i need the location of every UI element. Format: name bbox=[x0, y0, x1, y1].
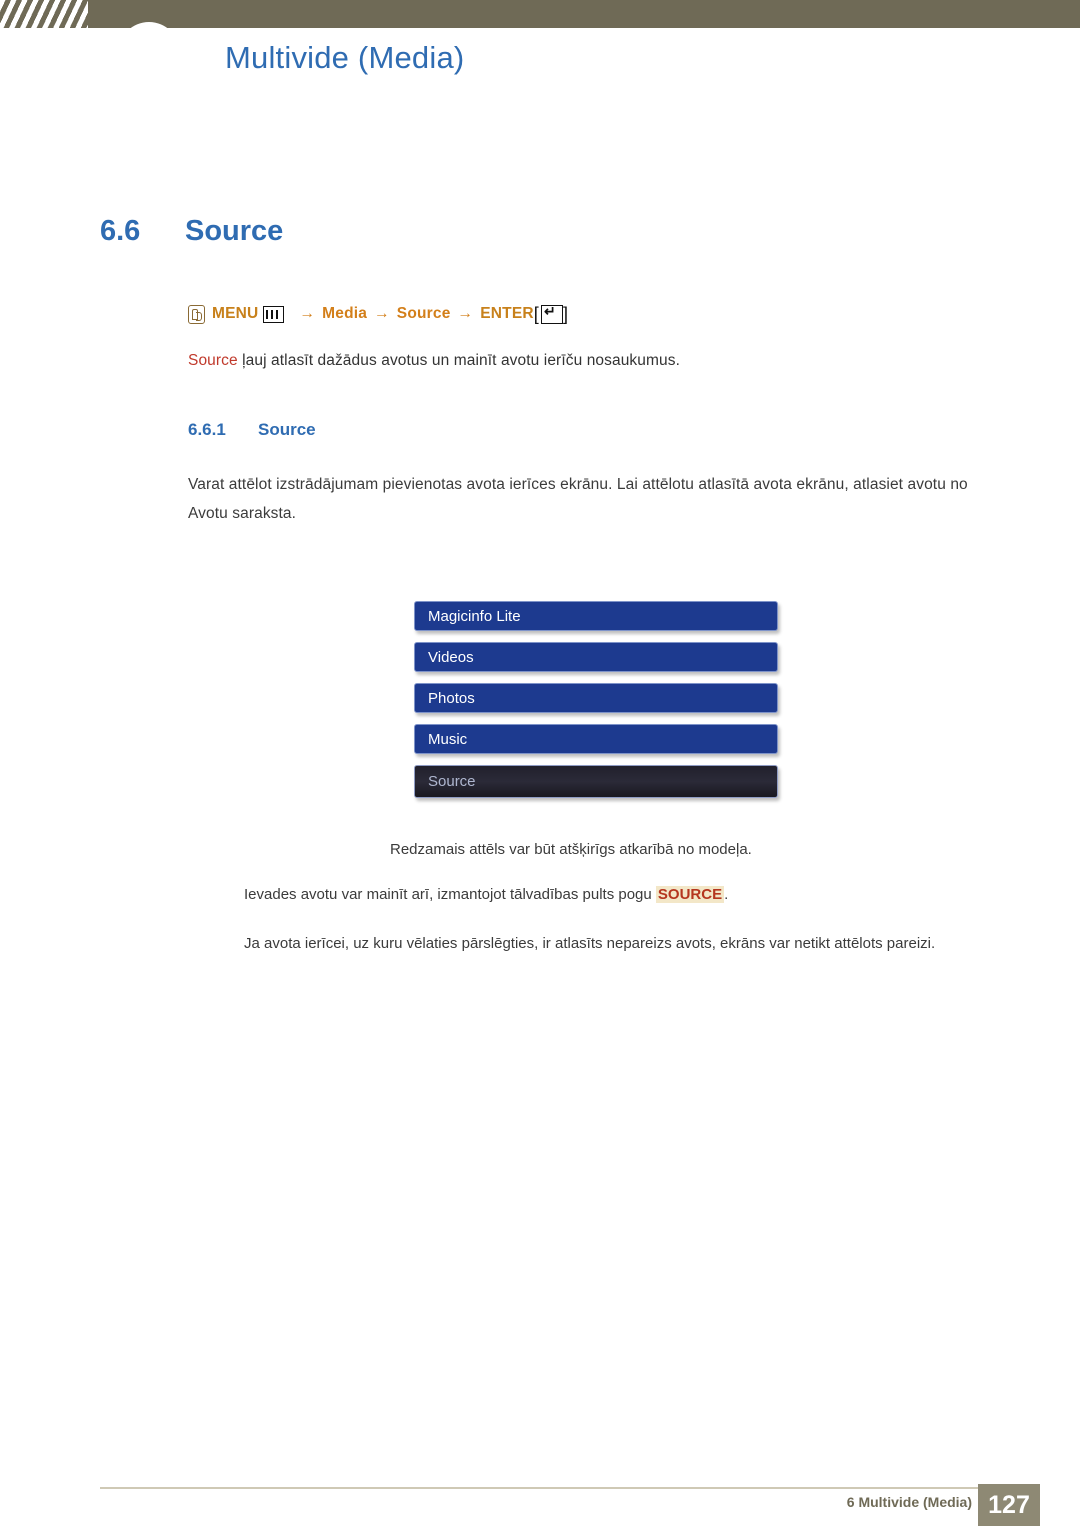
osd-item-music[interactable]: Music bbox=[414, 724, 778, 754]
chapter-number-badge: 6 bbox=[118, 22, 180, 84]
bracket-open: [ bbox=[533, 303, 539, 324]
section-title: Source bbox=[185, 215, 284, 247]
osd-item-source[interactable]: Source bbox=[414, 765, 778, 798]
description-keyword: Source bbox=[188, 352, 238, 369]
footer-page-number: 127 bbox=[978, 1484, 1040, 1526]
menu-label: MENU bbox=[212, 305, 259, 322]
footer-divider bbox=[100, 1487, 980, 1489]
osd-item-label: Videos bbox=[428, 648, 474, 666]
hand-pointer-icon bbox=[188, 304, 205, 324]
osd-menu-mock: Magicinfo Lite Videos Photos Music Sourc… bbox=[414, 601, 778, 809]
paragraph-1: Varat attēlot izstrādājumam pievienotas … bbox=[188, 476, 968, 522]
section-number: 6.6 bbox=[100, 215, 141, 247]
section-description: Source ļauj atlasīt dažādus avotus un ma… bbox=[188, 352, 680, 370]
osd-item-label: Magicinfo Lite bbox=[428, 607, 521, 625]
page-title: Multivide (Media) bbox=[225, 40, 465, 75]
path-item-source: Source bbox=[396, 305, 451, 322]
note-1: Ievades avotu var mainīt arī, izmantojot… bbox=[244, 886, 728, 903]
path-arrow-1: → bbox=[299, 305, 316, 322]
subsection-number: 6.6.1 bbox=[188, 420, 226, 439]
path-arrow-3: → bbox=[457, 305, 474, 322]
figure-caption: Redzamais attēls var būt atšķirīgs atkar… bbox=[390, 841, 752, 858]
osd-item-photos[interactable]: Photos bbox=[414, 683, 778, 713]
enter-key-icon bbox=[540, 303, 563, 324]
path-arrow-2: → bbox=[374, 305, 390, 322]
bracket-close: ] bbox=[562, 303, 569, 324]
osd-item-videos[interactable]: Videos bbox=[414, 642, 778, 672]
header-hatch-decoration bbox=[0, 0, 88, 28]
osd-item-magicinfo-lite[interactable]: Magicinfo Lite bbox=[414, 601, 778, 631]
note-1-keyword: SOURCE bbox=[655, 886, 725, 903]
osd-item-label: Music bbox=[428, 730, 468, 748]
note-1-before: Ievades avotu var mainīt arī, izmantojot… bbox=[244, 886, 656, 903]
path-item-media: Media bbox=[322, 305, 368, 322]
header-band bbox=[0, 0, 1080, 28]
note-1-after: . bbox=[724, 886, 729, 903]
menu-bars-icon bbox=[263, 305, 285, 323]
osd-item-label: Photos bbox=[428, 689, 475, 707]
enter-label: ENTER bbox=[480, 305, 534, 322]
menu-path: MENU → Media → Source → ENTER [ ] bbox=[188, 302, 568, 326]
osd-item-label: Source bbox=[428, 773, 476, 790]
footer-chapter-label: 6 Multivide (Media) bbox=[846, 1494, 972, 1510]
note-2: Ja avota ierīcei, uz kuru vēlaties pārsl… bbox=[244, 935, 936, 952]
description-rest: ļauj atlasīt dažādus avotus un mainīt av… bbox=[237, 352, 680, 369]
subsection-title: Source bbox=[258, 420, 316, 439]
